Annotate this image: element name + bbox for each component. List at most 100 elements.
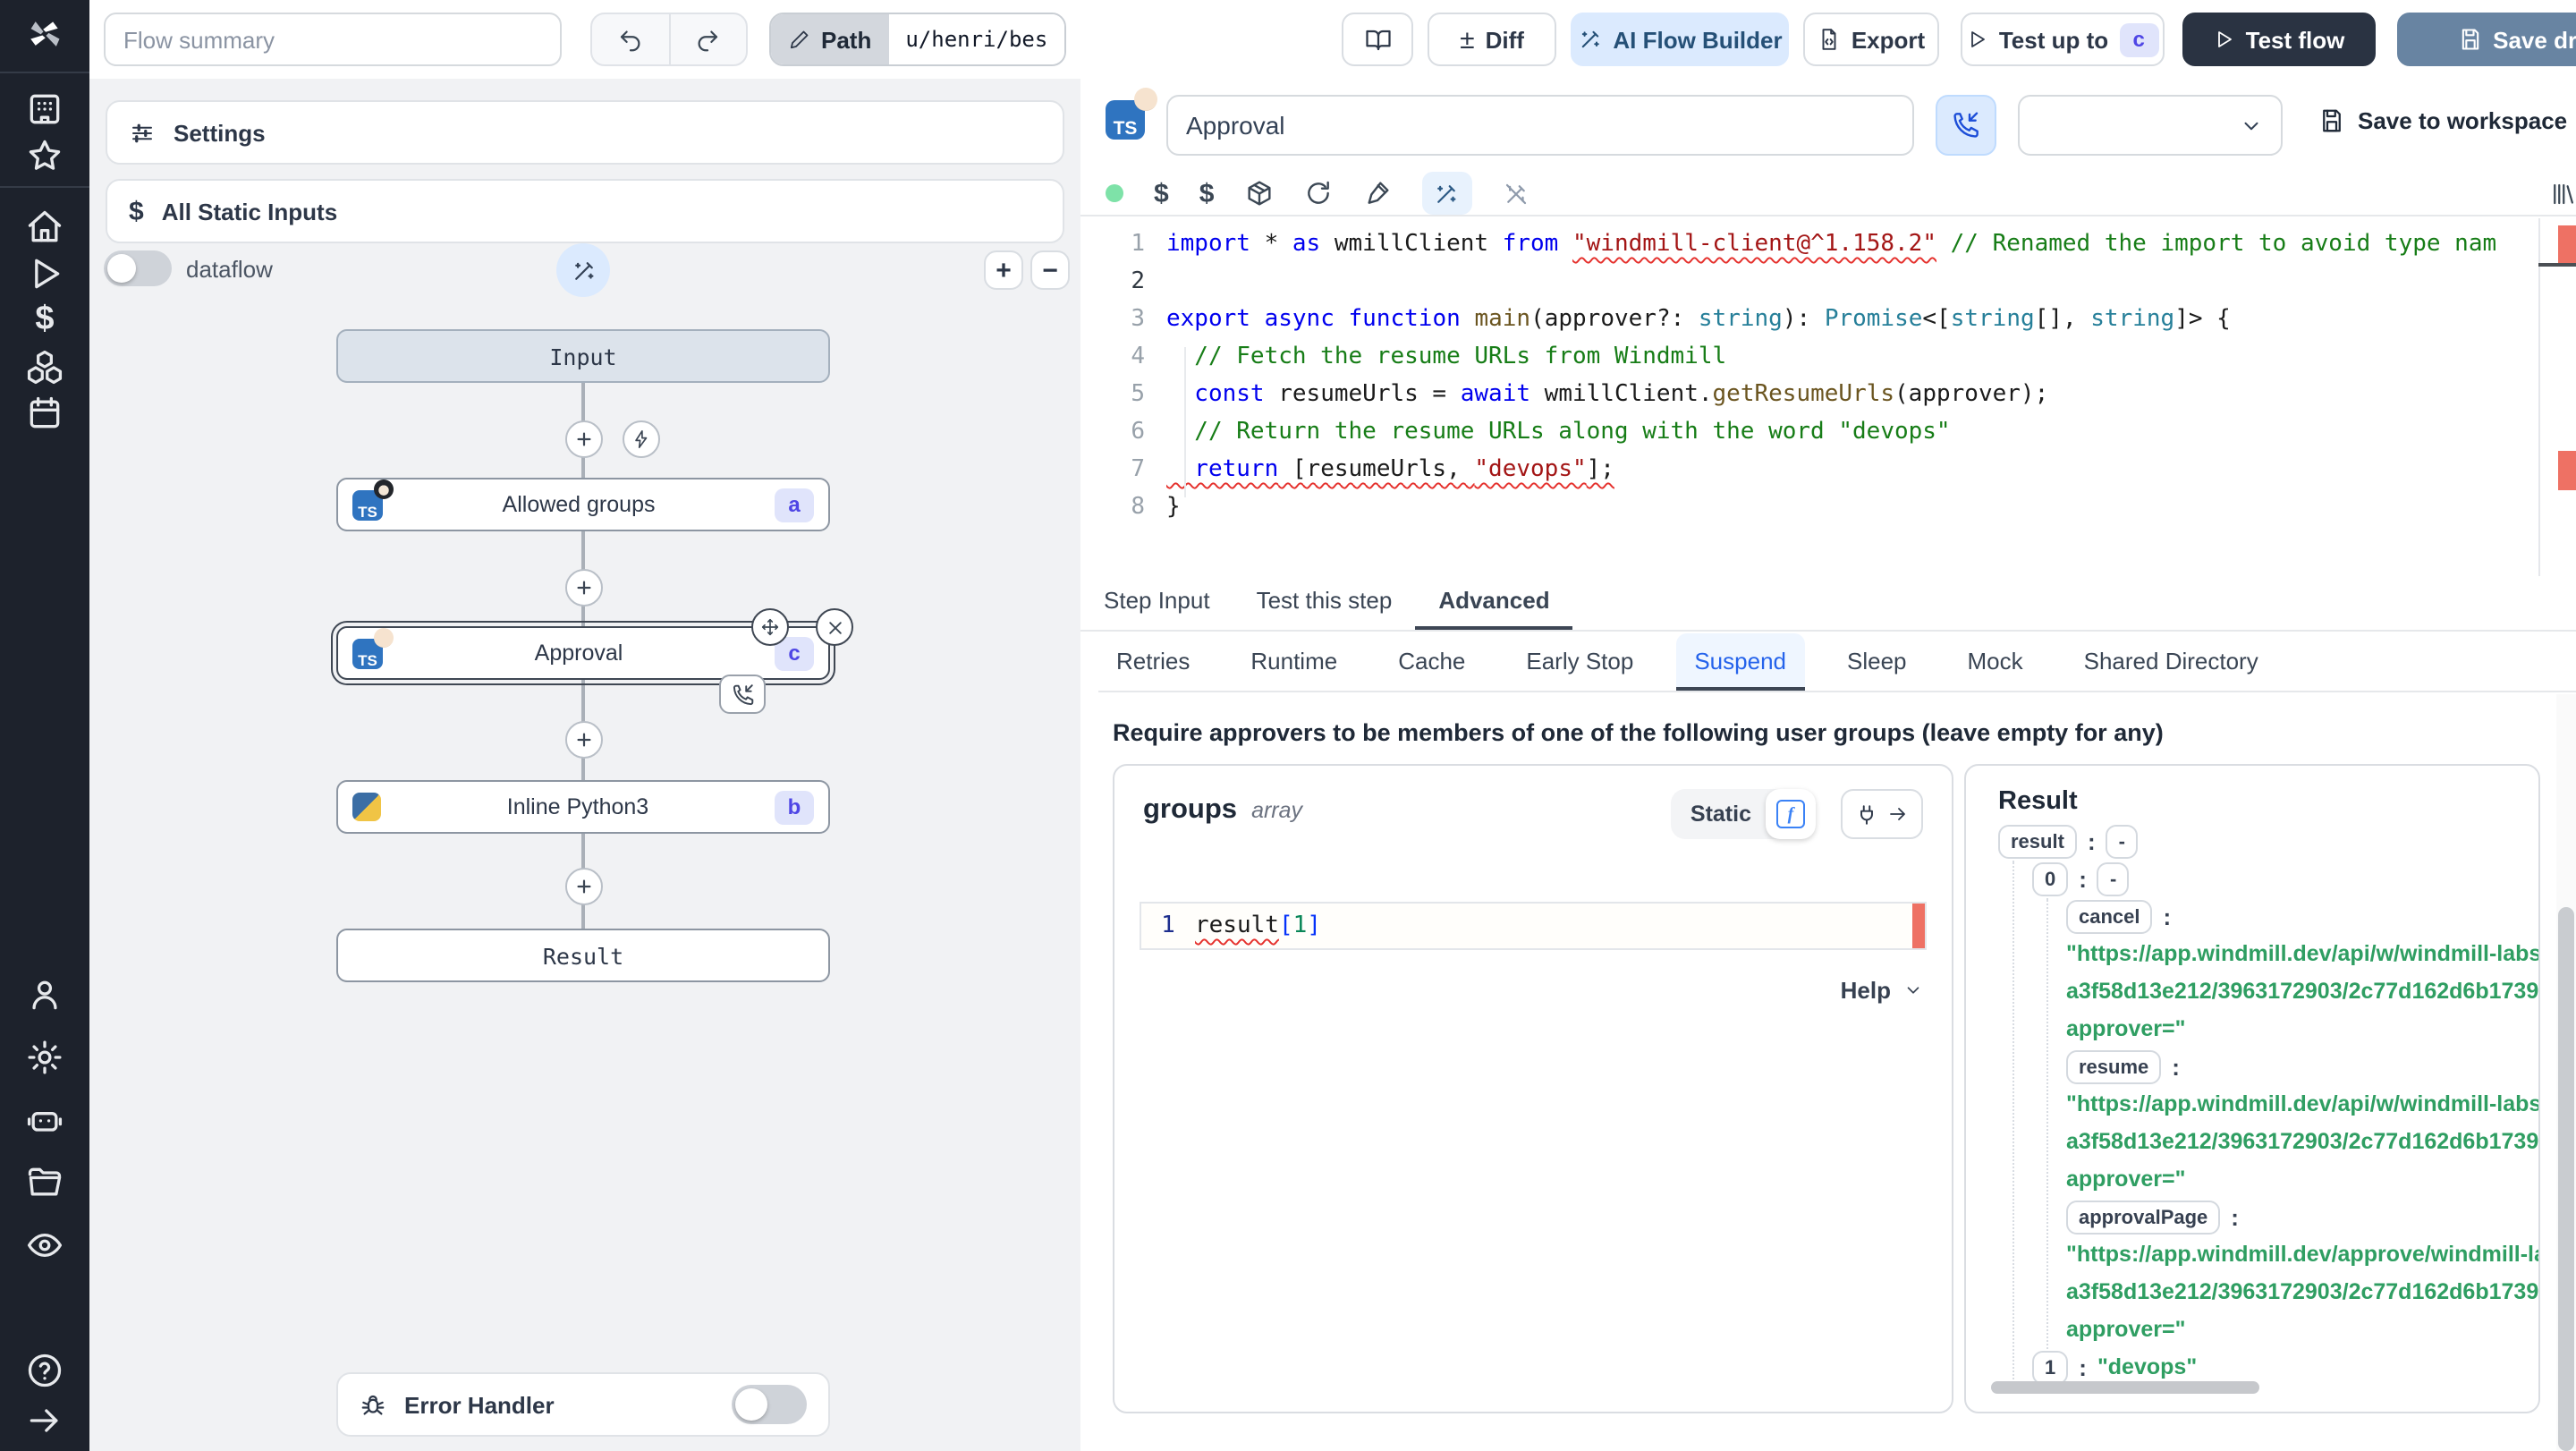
ai-flow-builder-button[interactable]: AI Flow Builder [1571,13,1789,66]
zoom-out-button[interactable]: − [1030,250,1070,290]
python-lang-icon [352,793,381,821]
test-up-to-button[interactable]: Test up to c [1961,13,2165,66]
expand-sidebar-arrow-icon[interactable] [25,1401,64,1440]
python-node-label: Inline Python3 [506,794,649,819]
variables-dollar-icon[interactable]: $ [25,301,64,340]
users-person-icon[interactable] [25,975,64,1014]
code-line: 7 return [resumeUrls, "devops"]; [1131,456,1614,483]
suspend-phone-button[interactable] [1936,95,1996,156]
package-icon[interactable] [1244,179,1273,208]
play-icon [2214,29,2235,50]
favorites-star-icon[interactable] [25,136,64,175]
plus-minus-icon: ± [1460,24,1475,55]
add-trigger-zap-button[interactable] [623,420,660,458]
connect-plug-button[interactable] [1841,789,1923,839]
schedules-calendar-icon[interactable] [25,394,64,433]
test-flow-button[interactable]: Test flow [2182,13,2376,66]
json-url-line: a3f58d13e212/3963172903/2c77d162d6b17395… [2066,1279,2540,1304]
code-editor[interactable]: 1 import * as wmillClient from "windmill-… [1080,218,2576,576]
resource-picker-icon[interactable]: $ [1199,178,1215,208]
all-static-inputs-card[interactable]: $ All Static Inputs [106,179,1064,243]
flow-settings-card[interactable]: Settings [106,100,1064,165]
path-value[interactable]: u/henri/bes [889,14,1064,64]
save-draft-label: Save draft [2493,26,2576,53]
save-to-workspace-button[interactable]: Save to workspace [2318,107,2567,134]
flow-node-input[interactable]: Input [336,329,830,383]
arrow-right-icon [1887,803,1909,825]
step-author-avatar [374,627,394,647]
flow-summary-input[interactable]: Flow summary [104,13,562,66]
collapse-toggle-chip[interactable]: - [2106,825,2138,859]
subtab-retries[interactable]: Retries [1098,633,1208,691]
static-toggle[interactable]: Static f [1670,789,1816,839]
subtab-mock[interactable]: Mock [1950,633,2041,691]
tab-advanced[interactable]: Advanced [1415,574,1573,630]
result-tree-row: 0:- [2032,861,2531,898]
zoom-in-button[interactable]: + [984,250,1023,290]
step-lang-badge: TS [1106,88,1157,140]
resources-cubes-icon[interactable] [25,347,64,386]
function-mode-button[interactable]: f [1766,789,1816,839]
template-select[interactable] [2018,95,2283,156]
json-url-line: approver=" [2066,1317,2186,1342]
error-mark [2558,451,2576,490]
subtab-early-stop[interactable]: Early Stop [1508,633,1651,691]
plug-icon [1855,802,1878,826]
home-icon[interactable] [25,208,64,247]
subtab-shared-directory[interactable]: Shared Directory [2066,633,2276,691]
undo-button[interactable] [592,14,670,64]
move-step-button[interactable] [751,608,789,646]
help-dropdown[interactable]: Help [1841,977,1923,1004]
add-step-button[interactable] [565,420,603,458]
library-icon[interactable] [2549,180,2576,207]
help-icon[interactable] [25,1351,64,1390]
flow-ai-wand-button[interactable] [556,243,610,297]
subtab-suspend[interactable]: Suspend [1676,633,1804,691]
delete-step-button[interactable] [816,608,853,646]
format-paintbrush-icon[interactable] [1362,179,1391,208]
result-preview-card: Result result: -0: - cancel: "https://app.wi… [1964,764,2540,1413]
workers-robot-icon[interactable] [25,1100,64,1140]
add-step-button[interactable] [565,721,603,759]
flow-node-result[interactable]: Result [336,929,830,982]
diff-button[interactable]: ± Diff [1428,13,1556,66]
windmill-flow-editor: $ Flow summary Path u/henri/bes ± Diff A… [0,0,2576,1451]
export-button[interactable]: Export [1803,13,1939,66]
tab-step-input[interactable]: Step Input [1080,574,1233,630]
reload-icon[interactable] [1303,179,1332,208]
flow-node-inline-python3[interactable]: Inline Python3 b [336,780,830,834]
add-step-button[interactable] [565,868,603,905]
subtab-cache[interactable]: Cache [1380,633,1483,691]
groups-expression-editor[interactable]: 1 result[1] [1140,902,1927,950]
sidebar-divider [0,72,89,73]
subtab-sleep[interactable]: Sleep [1829,633,1925,691]
vertical-scrollbar-thumb[interactable] [2558,907,2574,1451]
step-name-input[interactable]: Approval [1166,95,1914,156]
runs-play-icon[interactable] [25,254,64,293]
settings-gear-icon[interactable] [25,1038,64,1077]
variable-picker-icon[interactable]: $ [1154,178,1169,208]
wand-off-icon[interactable] [1502,180,1529,207]
docs-button[interactable] [1342,13,1413,66]
add-step-button[interactable] [565,569,603,607]
save-draft-button[interactable]: Save draft [2397,13,2576,66]
path-edit-button[interactable]: Path [771,14,890,64]
code-line: 4 // Fetch the resume URLs from Windmill [1131,344,1727,370]
collapse-toggle-chip[interactable]: - [2097,862,2130,896]
redo-button[interactable] [670,14,746,64]
error-handler-card[interactable]: Error Handler [336,1372,830,1437]
folders-icon[interactable] [25,1163,64,1202]
ai-assist-wand-icon[interactable] [1421,172,1472,215]
dataflow-toggle[interactable] [104,250,172,286]
workspace-icon[interactable] [25,89,64,129]
code-line: 1 import * as wmillClient from "windmill-… [1131,231,2497,258]
flow-node-allowed-groups[interactable]: TS Allowed groups a [336,478,830,531]
error-handler-toggle[interactable] [732,1385,807,1424]
subtab-runtime[interactable]: Runtime [1233,633,1355,691]
editor-error-ruler [1912,904,1925,948]
audit-eye-icon[interactable] [25,1226,64,1265]
tab-test-this-step[interactable]: Test this step [1233,574,1416,630]
horizontal-scrollbar-thumb[interactable] [1991,1381,2259,1394]
save-icon [2457,27,2482,52]
windmill-logo-icon[interactable] [25,14,64,54]
